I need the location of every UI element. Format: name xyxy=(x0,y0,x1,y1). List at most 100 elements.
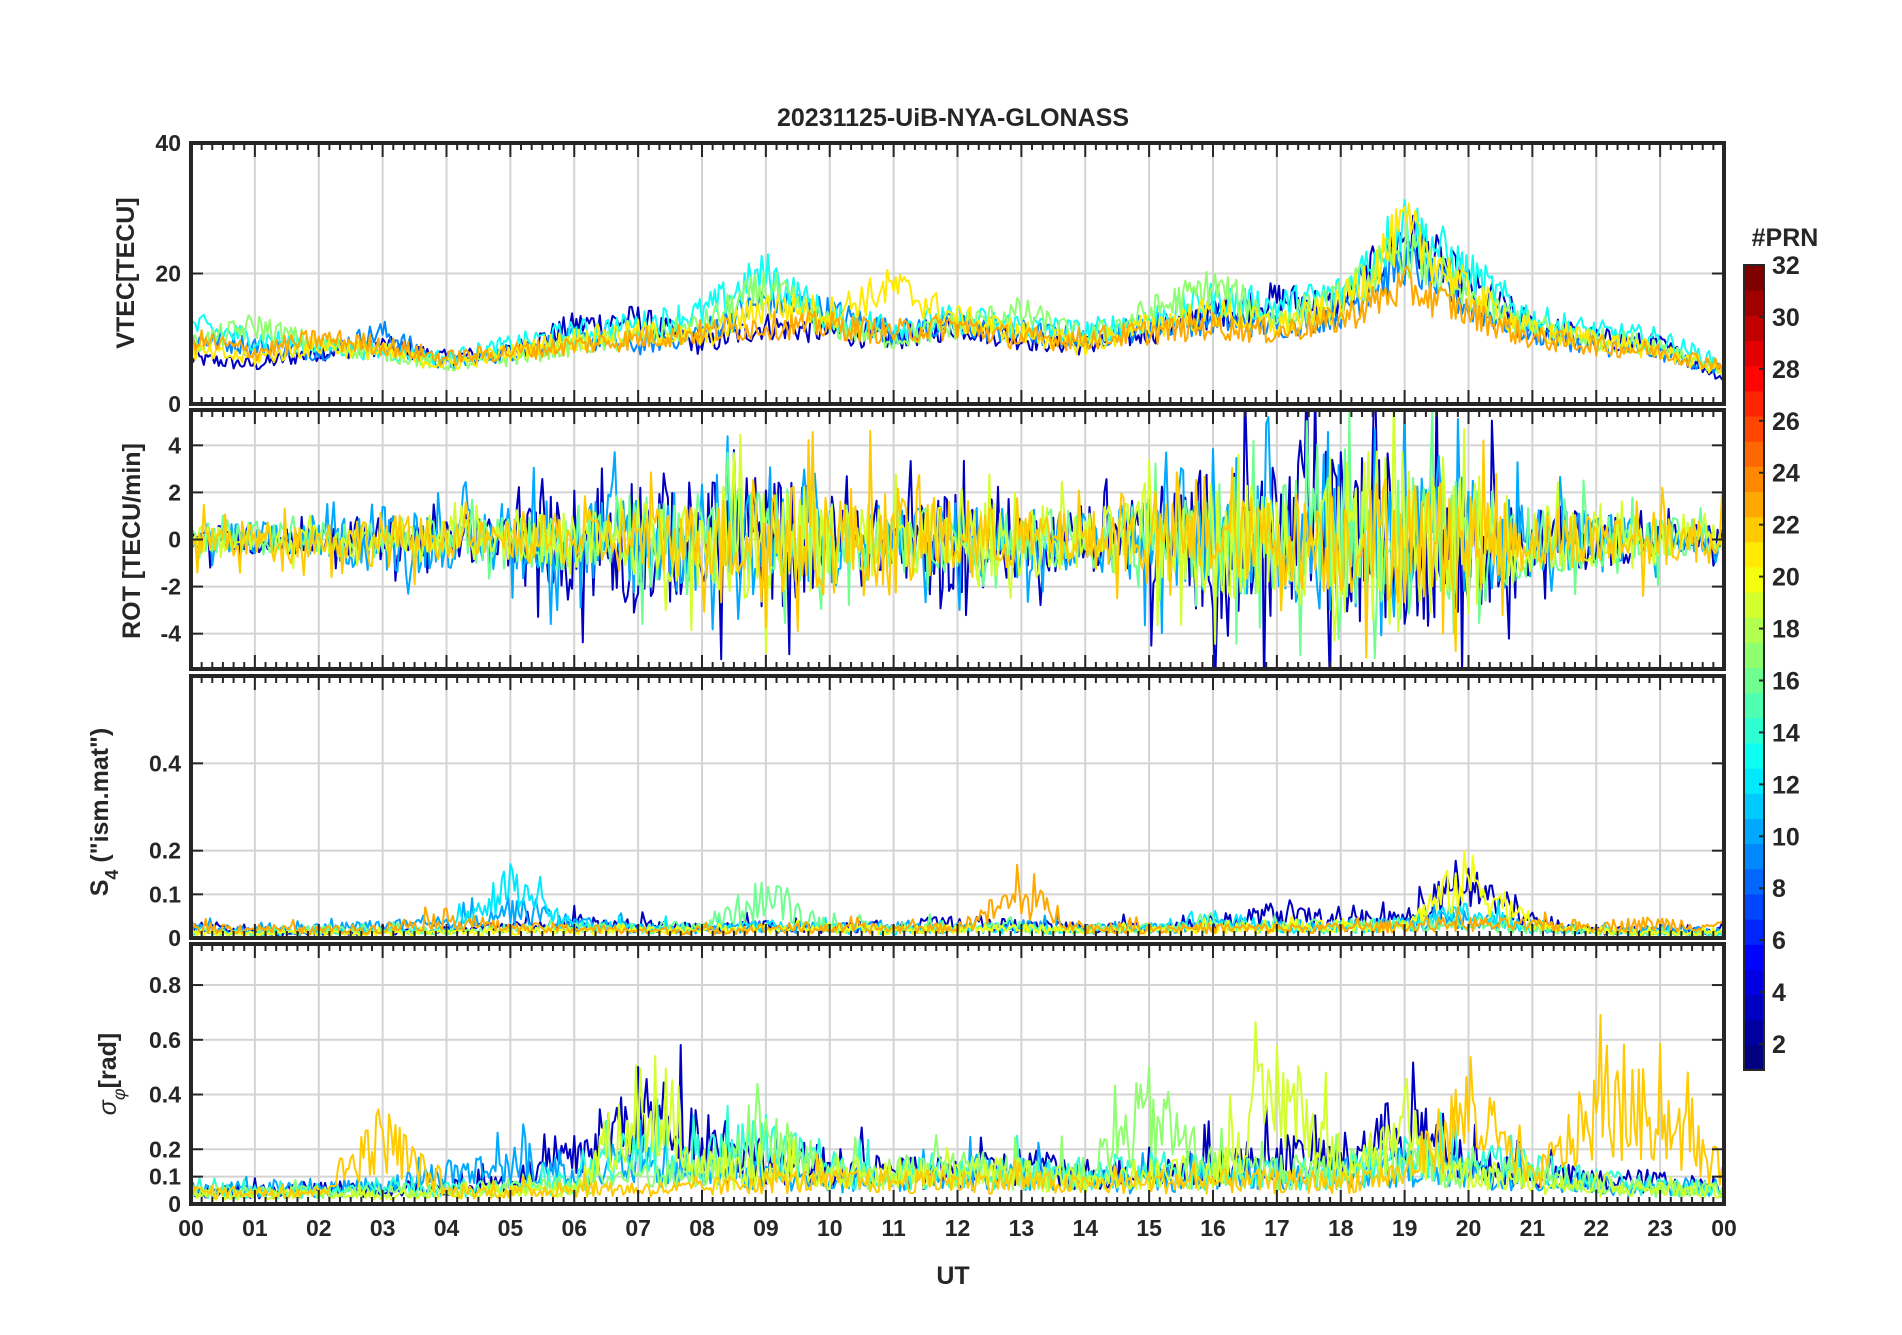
colorbar-bin xyxy=(1744,1044,1764,1071)
panel-3: 0 0.1 0.2 0.4 xyxy=(149,674,1726,951)
colorbar-bin xyxy=(1744,717,1764,744)
x-tick-label: 23 xyxy=(1647,1215,1673,1241)
y-tick-label: 20 xyxy=(155,261,181,287)
colorbar-bin xyxy=(1744,944,1764,970)
y-tick-label: 4 xyxy=(168,432,181,458)
chart-svg: 20231125-UiB-NYA-GLONASS UT #PRN VTEC[TE… xyxy=(86,104,1818,1290)
x-tick-label: 19 xyxy=(1392,1215,1418,1241)
panel-1: 0 20 40 xyxy=(155,130,1726,417)
colorbar-bin xyxy=(1744,592,1764,618)
colorbar-bin xyxy=(1744,315,1764,342)
colorbar-bin xyxy=(1744,692,1764,719)
x-tick-label: 07 xyxy=(625,1215,651,1241)
y-label-s4-main: S xyxy=(86,880,114,897)
y-tick-label: 0.8 xyxy=(149,972,181,998)
x-tick-label: 10 xyxy=(817,1215,843,1241)
colorbar-tick-label: 22 xyxy=(1772,512,1800,540)
y-label-sigma-main: σ xyxy=(94,1099,122,1115)
y-tick-label: 0 xyxy=(168,1191,181,1217)
colorbar-bin xyxy=(1744,818,1764,845)
colorbar-bin xyxy=(1744,290,1764,316)
panel-4: 00.10.2 0.4 0.6 0.8 xyxy=(149,942,1726,1217)
colorbar-bin xyxy=(1744,265,1764,291)
colorbar-bin xyxy=(1744,340,1764,367)
chart-title: 20231125-UiB-NYA-GLONASS xyxy=(777,104,1129,132)
panels-group: 02040-4-202400.10.20.400.10.20.40.60.800… xyxy=(149,130,1737,1241)
y-tick-label: 0.2 xyxy=(149,1136,181,1162)
y-tick-label: 0.2 xyxy=(149,838,181,864)
y-label-vtec: VTEC[TECU] xyxy=(112,197,140,348)
y-tick-label: 0.4 xyxy=(149,750,181,776)
y-tick-label: -4 xyxy=(161,621,182,647)
y-label-s4-rest: ("ism.mat") xyxy=(86,728,114,870)
colorbar-bin xyxy=(1744,566,1764,593)
x-tick-label: 00 xyxy=(1711,1215,1737,1241)
x-axis-label: UT xyxy=(936,1262,969,1290)
colorbar-bin xyxy=(1744,868,1764,895)
colorbar-tick-label: 16 xyxy=(1772,667,1800,695)
colorbar-tick-label: 18 xyxy=(1772,616,1800,644)
y-tick-label: 0 xyxy=(168,925,181,951)
colorbar-tick-label: 32 xyxy=(1772,252,1800,280)
colorbar-bin xyxy=(1744,793,1764,820)
y-label-rot: ROT [TECU/min] xyxy=(118,443,146,639)
colorbar-bin xyxy=(1744,768,1764,794)
x-tick-label: 09 xyxy=(753,1215,779,1241)
colorbar-tick-label: 30 xyxy=(1772,304,1800,332)
colorbar-bin xyxy=(1744,415,1764,442)
colorbar-bin xyxy=(1744,466,1764,493)
x-tick-labels: 00 01 02 03 04 05 06 07 08 09 10 11 12 13 14 15 16 17 18 19… xyxy=(178,1215,1737,1241)
colorbar-bin xyxy=(1744,617,1764,643)
x-tick-label: 15 xyxy=(1136,1215,1162,1241)
colorbar-tick-label: 6 xyxy=(1772,927,1786,955)
y-tick-label: 0 xyxy=(168,391,181,417)
y-tick-label: 40 xyxy=(155,130,181,156)
colorbar-bin xyxy=(1744,843,1764,870)
x-tick-label: 18 xyxy=(1328,1215,1354,1241)
y-tick-label: -2 xyxy=(161,574,181,600)
colorbar-tick-label: 4 xyxy=(1772,979,1786,1007)
y-tick-label: 2 xyxy=(168,479,181,505)
colorbar-bin xyxy=(1744,441,1764,467)
y-tick-label: 0.4 xyxy=(149,1082,181,1108)
x-tick-label: 12 xyxy=(945,1215,971,1241)
x-tick-label: 16 xyxy=(1200,1215,1226,1241)
colorbar-bin xyxy=(1744,390,1764,417)
x-tick-label: 21 xyxy=(1520,1215,1546,1241)
colorbar-bin xyxy=(1744,642,1764,669)
figure: 20231125-UiB-NYA-GLONASS UT #PRN VTEC[TE… xyxy=(0,0,1902,1330)
x-tick-label: 06 xyxy=(561,1215,587,1241)
y-tick-label: 0.1 xyxy=(149,1164,181,1190)
colorbar-tick-label: 8 xyxy=(1772,875,1786,903)
colorbar-tick-label: 10 xyxy=(1772,823,1800,851)
colorbar-bin xyxy=(1744,516,1764,543)
x-tick-label: 14 xyxy=(1072,1215,1098,1241)
colorbar-bin xyxy=(1744,893,1764,920)
y-tick-label: 0 xyxy=(168,527,181,553)
panel-2: -4 -2 0 2 4 xyxy=(161,408,1726,671)
x-tick-label: 02 xyxy=(306,1215,332,1241)
colorbar-tick-label: 12 xyxy=(1772,771,1800,799)
colorbar: 2468101214161820222426283032 xyxy=(1743,252,1800,1071)
colorbar-tick-label: 28 xyxy=(1772,356,1800,384)
colorbar-tick-label: 20 xyxy=(1772,564,1800,592)
x-tick-label: 00 xyxy=(178,1215,204,1241)
colorbar-bin xyxy=(1744,994,1764,1021)
y-tick-label: 0.1 xyxy=(149,881,181,907)
y-label-sigma-rest: [rad] xyxy=(94,1033,122,1089)
y-label-s4: S4 ("ism.mat") xyxy=(86,728,122,897)
y-tick-label: 0.6 xyxy=(149,1027,181,1053)
colorbar-tick-label: 24 xyxy=(1772,460,1800,488)
x-tick-label: 08 xyxy=(689,1215,715,1241)
x-tick-label: 17 xyxy=(1264,1215,1290,1241)
x-tick-label: 04 xyxy=(434,1215,460,1241)
x-tick-label: 11 xyxy=(881,1215,906,1241)
x-tick-label: 05 xyxy=(498,1215,524,1241)
x-tick-label: 03 xyxy=(370,1215,396,1241)
x-tick-label: 13 xyxy=(1009,1215,1035,1241)
x-tick-label: 01 xyxy=(242,1215,268,1241)
y-label-sigma: σφ[rad] xyxy=(94,1033,129,1115)
colorbar-bin xyxy=(1744,491,1764,518)
x-tick-label: 22 xyxy=(1583,1215,1609,1241)
colorbar-bin xyxy=(1744,1019,1764,1046)
